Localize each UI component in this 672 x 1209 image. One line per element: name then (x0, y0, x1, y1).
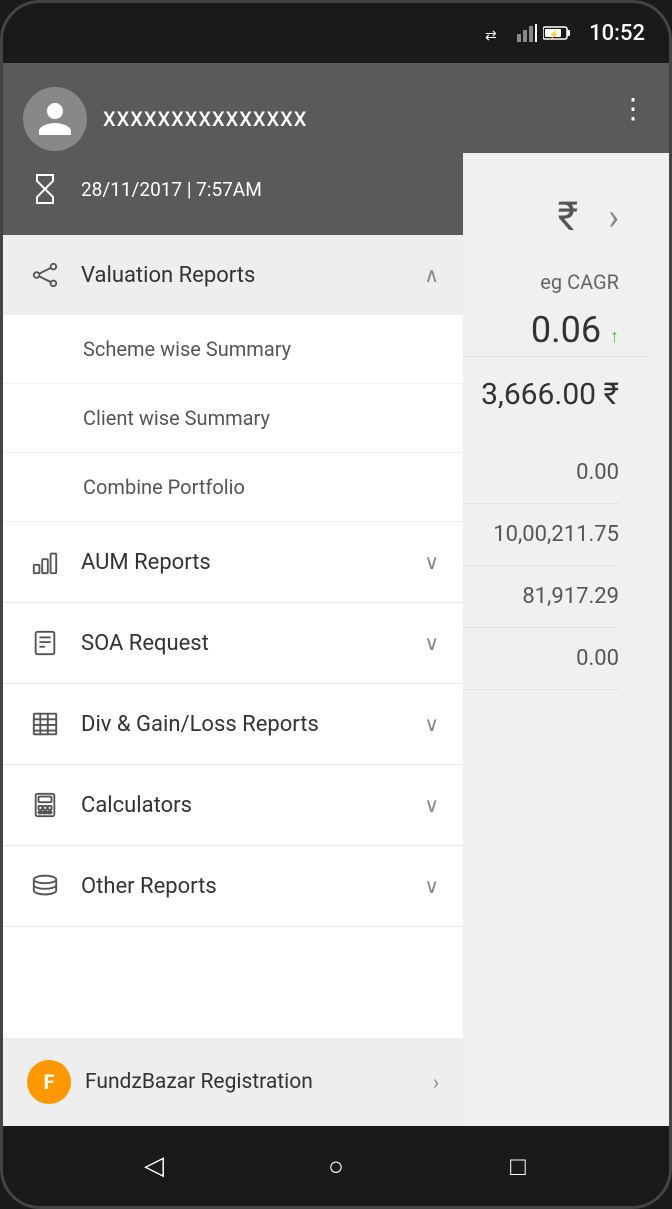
other-chevron-icon: ∨ (424, 874, 439, 898)
fundzbazar-arrow-icon: › (433, 1070, 439, 1094)
home-button[interactable]: ○ (311, 1141, 361, 1191)
soa-request-item[interactable]: SOA Request ∨ (3, 603, 463, 683)
valuation-reports-label: Valuation Reports (81, 263, 255, 288)
back-button[interactable]: ◁ (129, 1141, 179, 1191)
other-reports-section: Other Reports ∨ (3, 846, 463, 927)
soa-request-label: SOA Request (81, 631, 209, 656)
rupee-icon: ₹ (558, 193, 579, 240)
fundzbazar-label: FundzBazar Registration (85, 1070, 313, 1094)
phone-frame: ⇄ ⚡ 10:52 ⋮ ₹ (0, 0, 672, 1209)
calculators-section: Calculators ∨ (3, 765, 463, 846)
other-reports-label: Other Reports (81, 874, 217, 899)
aum-reports-label: AUM Reports (81, 550, 211, 575)
avatar (23, 87, 87, 151)
div-gain-loss-section: Div & Gain/Loss Reports ∨ (3, 684, 463, 765)
div-icon (27, 706, 63, 742)
valuation-sub-items: Scheme wise Summary Client wise Summary … (3, 315, 463, 522)
drawer-header: XXXXXXXXXXXXXXX 28/11/2017 | 7:57AM (3, 63, 463, 235)
user-name: XXXXXXXXXXXXXXX (103, 107, 307, 131)
side-drawer: XXXXXXXXXXXXXXX 28/11/2017 | 7:57AM (3, 63, 463, 1126)
aum-icon (27, 544, 63, 580)
soa-chevron-icon: ∨ (424, 631, 439, 655)
login-date: 28/11/2017 | 7:57AM (81, 178, 262, 201)
other-reports-icon (27, 868, 63, 904)
bottom-nav: ◁ ○ □ (3, 1126, 669, 1206)
fundzbazar-registration-item[interactable]: F FundzBazar Registration › (3, 1038, 463, 1126)
signal-icon (517, 24, 537, 42)
div-chevron-icon: ∨ (424, 712, 439, 736)
aum-reports-section: AUM Reports ∨ (3, 522, 463, 603)
aum-chevron-icon: ∨ (424, 550, 439, 574)
battery-icon: ⚡ (543, 25, 571, 41)
soa-icon (27, 625, 63, 661)
div-gain-loss-label: Div & Gain/Loss Reports (81, 712, 319, 737)
valuation-reports-header[interactable]: Valuation Reports ∧ (3, 235, 463, 315)
combine-portfolio-item[interactable]: Combine Portfolio (3, 453, 463, 522)
svg-text:⚡: ⚡ (549, 29, 559, 39)
calculator-icon (27, 787, 63, 823)
soa-request-section: SOA Request ∨ (3, 603, 463, 684)
time-icon (23, 167, 67, 211)
svg-text:⇄: ⇄ (485, 28, 497, 42)
div-gain-loss-item[interactable]: Div & Gain/Loss Reports ∨ (3, 684, 463, 764)
other-reports-item[interactable]: Other Reports ∨ (3, 846, 463, 926)
spacer (3, 927, 463, 1038)
status-time: 10:52 (589, 21, 645, 46)
valuation-reports-section: Valuation Reports ∧ Scheme wise Summary … (3, 235, 463, 522)
user-icon (35, 99, 75, 139)
wifi-icon: ⇄ (485, 24, 511, 42)
date-row: 28/11/2017 | 7:57AM (23, 167, 443, 211)
status-bar: ⇄ ⚡ 10:52 (3, 3, 669, 63)
calc-chevron-icon: ∨ (424, 793, 439, 817)
valuation-chevron-up-icon: ∧ (424, 263, 439, 287)
recents-button[interactable]: □ (493, 1141, 543, 1191)
app-area: ⋮ ₹ › eg CAGR 0.06 ↑ 3,666.00 ₹ 0.00 10,… (3, 63, 669, 1126)
valuation-icon (27, 257, 63, 293)
more-options-icon[interactable]: ⋮ (619, 92, 649, 125)
calculators-label: Calculators (81, 793, 192, 818)
next-arrow-icon[interactable]: › (608, 196, 619, 238)
fundzbazar-logo: F (27, 1060, 71, 1104)
scheme-wise-summary-item[interactable]: Scheme wise Summary (3, 315, 463, 384)
aum-reports-item[interactable]: AUM Reports ∨ (3, 522, 463, 602)
calculators-item[interactable]: Calculators ∨ (3, 765, 463, 845)
signal-icons: ⇄ ⚡ (485, 24, 571, 42)
user-row: XXXXXXXXXXXXXXX (23, 87, 443, 151)
client-wise-summary-item[interactable]: Client wise Summary (3, 384, 463, 453)
